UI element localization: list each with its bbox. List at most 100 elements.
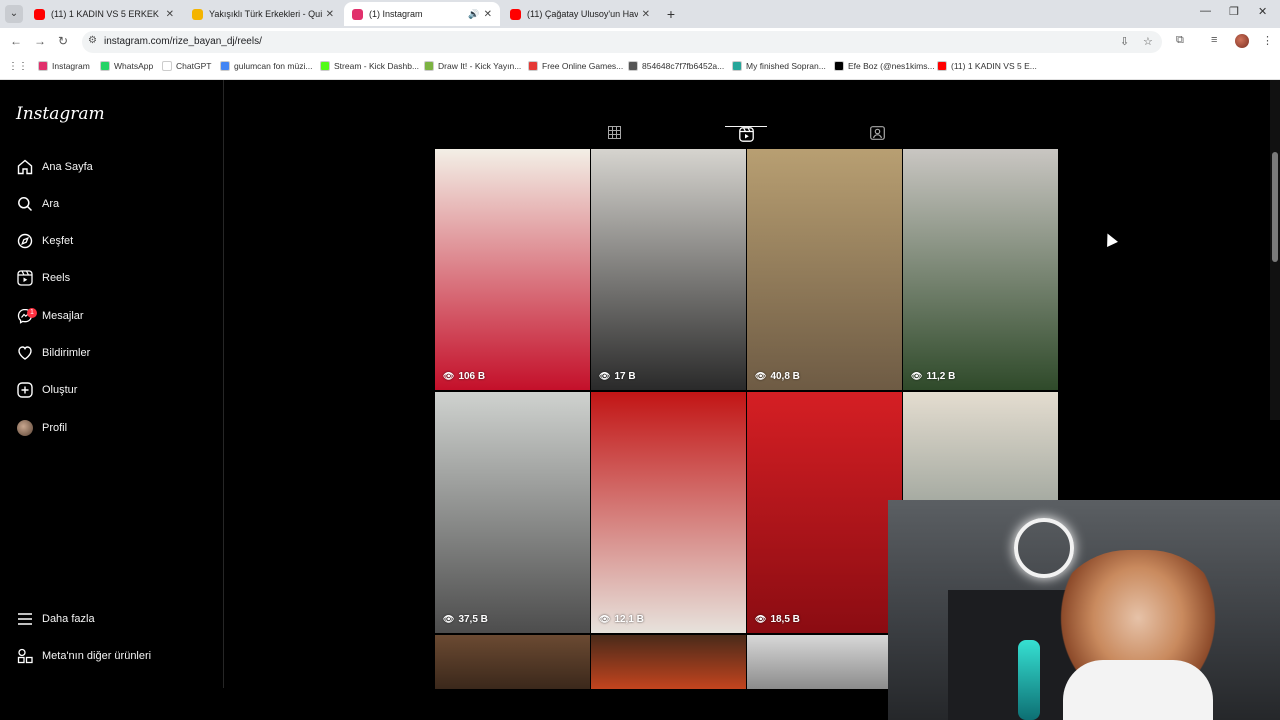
tab-reels[interactable] [725, 126, 767, 150]
reel-thumbnail[interactable]: 👁 37,5 B [435, 392, 590, 633]
back-icon[interactable]: ← [10, 34, 22, 48]
url-text: instagram.com/rize_bayan_dj/reels/ [104, 36, 262, 47]
sidebar-item-ana-sayfa[interactable]: Ana Sayfa [16, 155, 93, 179]
sidebar-item-label: Oluştur [42, 384, 78, 396]
apps-icon[interactable]: ⋮⋮ [8, 61, 28, 72]
bookmark-favicon-icon [528, 61, 538, 71]
close-tab-icon[interactable]: ✕ [326, 9, 334, 20]
close-tab-icon[interactable]: ✕ [642, 9, 650, 20]
view-count: 👁 37,5 B [443, 614, 488, 625]
sidebar-item-ke-fet[interactable]: Keşfet [16, 229, 73, 253]
meta-products-icon [16, 648, 33, 665]
restore-icon[interactable]: ❐ [1229, 5, 1239, 18]
close-tab-icon[interactable]: ✕ [166, 9, 174, 20]
view-count: 👁 40,8 B [755, 371, 800, 382]
instagram-page: Instagram Ana Sayfa Ara Keşfet Reels 1 Mesajl… [0, 80, 1280, 720]
favicon-icon [352, 8, 363, 20]
tab-search-icon[interactable]: ⌄ [5, 5, 23, 23]
avatar [16, 420, 33, 437]
reload-icon[interactable]: ↻ [58, 34, 68, 48]
messenger-icon: 1 [16, 307, 37, 325]
browser-tab[interactable]: Yakışıklı Türk Erkekleri - Quize ✕ [184, 2, 342, 26]
sidebar-item-profil[interactable]: Profil [16, 416, 67, 440]
sidebar-item-olu-tur[interactable]: Oluştur [16, 378, 77, 402]
favicon-icon [34, 8, 45, 20]
bookmark-item[interactable]: (11) 1 KADIN VS 5 E... [937, 61, 1037, 71]
reel-thumbnail[interactable]: 👁 40,8 B [747, 149, 902, 390]
bookmark-favicon-icon [732, 61, 742, 71]
menu-icon[interactable]: ⋮ [1262, 34, 1273, 47]
bookmark-item[interactable]: Efe Boz (@nes1kims... [834, 61, 935, 71]
streamer-shirt [1063, 660, 1213, 720]
bookmark-item[interactable]: 854648c7f7fb6452a... [628, 61, 724, 71]
sidebar-item-bildirimler[interactable]: Bildirimler [16, 341, 90, 365]
tab-posts[interactable] [593, 126, 635, 150]
eye-icon: 👁 [599, 371, 611, 381]
speaker-icon[interactable]: 🔊 [468, 9, 479, 20]
sidebar-item-label: Bildirimler [42, 347, 91, 359]
reel-thumbnail[interactable] [747, 635, 902, 689]
meta-products-button[interactable]: Meta'nın diğer ürünleri [16, 644, 151, 668]
view-count-text: 18,5 B [770, 614, 800, 625]
extensions-icon[interactable]: ⧉ [1176, 34, 1184, 47]
reel-thumbnail[interactable]: 👁 106 B [435, 149, 590, 390]
close-window-icon[interactable]: ✕ [1258, 5, 1267, 18]
reel-thumbnail[interactable]: 👁 11,2 B [903, 149, 1058, 390]
forward-icon[interactable]: → [34, 34, 46, 48]
browser-tab[interactable]: (1) Instagram 🔊 ✕ [344, 2, 500, 26]
browser-tab[interactable]: (11) Çağatay Ulusoy'un Havalı ✕ [502, 2, 658, 26]
bookmark-label: Efe Boz (@nes1kims... [848, 61, 935, 71]
bookmark-label: Stream - Kick Dashb... [334, 61, 420, 71]
bookmark-favicon-icon [38, 61, 48, 71]
reel-thumbnail[interactable] [591, 635, 746, 689]
bookmark-label: ChatGPT [176, 61, 212, 71]
media-control-icon[interactable]: ≡ [1211, 34, 1217, 46]
eye-icon: 👁 [911, 371, 923, 381]
view-count: 👁 17 B [599, 371, 636, 382]
bookmark-item[interactable]: Stream - Kick Dashb... [320, 61, 419, 71]
tab-title: (1) Instagram [369, 9, 423, 19]
browser-tab[interactable]: (11) 1 KADIN VS 5 ERKEK | KIYA ✕ [26, 2, 182, 26]
scrollbar-thumb[interactable] [1272, 152, 1278, 262]
bookmark-item[interactable]: Draw It! - Kick Yayın... [424, 61, 521, 71]
minimize-icon[interactable]: — [1200, 5, 1211, 17]
sidebar-item-label: Mesajlar [42, 310, 84, 322]
reel-thumbnail[interactable]: 👁 17 B [591, 149, 746, 390]
page-scrollbar[interactable] [1270, 80, 1280, 420]
bookmark-item[interactable]: My finished Sopran... [732, 61, 826, 71]
reels-icon [16, 270, 33, 287]
address-bar[interactable]: ⚙ instagram.com/rize_bayan_dj/reels/ ⇩ ☆ [82, 31, 1162, 53]
bookmark-item[interactable]: Free Online Games... [528, 61, 623, 71]
bookmark-item[interactable]: ChatGPT [162, 61, 211, 71]
sidebar-item-ara[interactable]: Ara [16, 192, 59, 216]
notification-badge: 1 [27, 307, 37, 318]
install-app-icon[interactable]: ⇩ [1120, 35, 1129, 48]
bookmark-star-icon[interactable]: ☆ [1143, 35, 1153, 48]
reel-thumbnail[interactable]: 👁 12,1 B [591, 392, 746, 633]
browser-profile-avatar[interactable] [1235, 34, 1249, 48]
plus-square-icon [16, 382, 33, 399]
compass-icon [16, 233, 33, 250]
new-tab-button[interactable]: + [662, 5, 680, 23]
bookmark-favicon-icon [424, 61, 434, 71]
instagram-logo[interactable]: Instagram [16, 104, 105, 124]
grid-icon [607, 126, 621, 139]
bookmark-item[interactable]: WhatsApp [100, 61, 153, 71]
meta-products-label: Meta'nın diğer ürünleri [42, 650, 152, 662]
close-tab-icon[interactable]: ✕ [484, 9, 492, 20]
browser-toolbar: ← → ↻ ⚙ instagram.com/rize_bayan_dj/reel… [0, 28, 1280, 56]
bookmark-item[interactable]: Instagram [38, 61, 90, 71]
site-info-icon[interactable]: ⚙ [88, 35, 97, 46]
bookmark-item[interactable]: gulumcan fon müzi... [220, 61, 312, 71]
reel-thumbnail[interactable]: 👁 18,5 B [747, 392, 902, 633]
reel-thumbnail[interactable] [435, 635, 590, 689]
view-count-text: 40,8 B [770, 371, 800, 382]
sidebar-item-reels[interactable]: Reels [16, 266, 70, 290]
sidebar-item-label: Keşfet [42, 235, 74, 247]
tab-tagged[interactable] [856, 126, 898, 150]
sidebar-item-mesajlar[interactable]: 1 Mesajlar [16, 304, 84, 328]
view-count-text: 37,5 B [458, 614, 488, 625]
home-icon [16, 159, 33, 176]
more-menu-button[interactable]: Daha fazla [16, 607, 95, 631]
tab-title: (11) 1 KADIN VS 5 ERKEK | KIYA [51, 9, 162, 19]
